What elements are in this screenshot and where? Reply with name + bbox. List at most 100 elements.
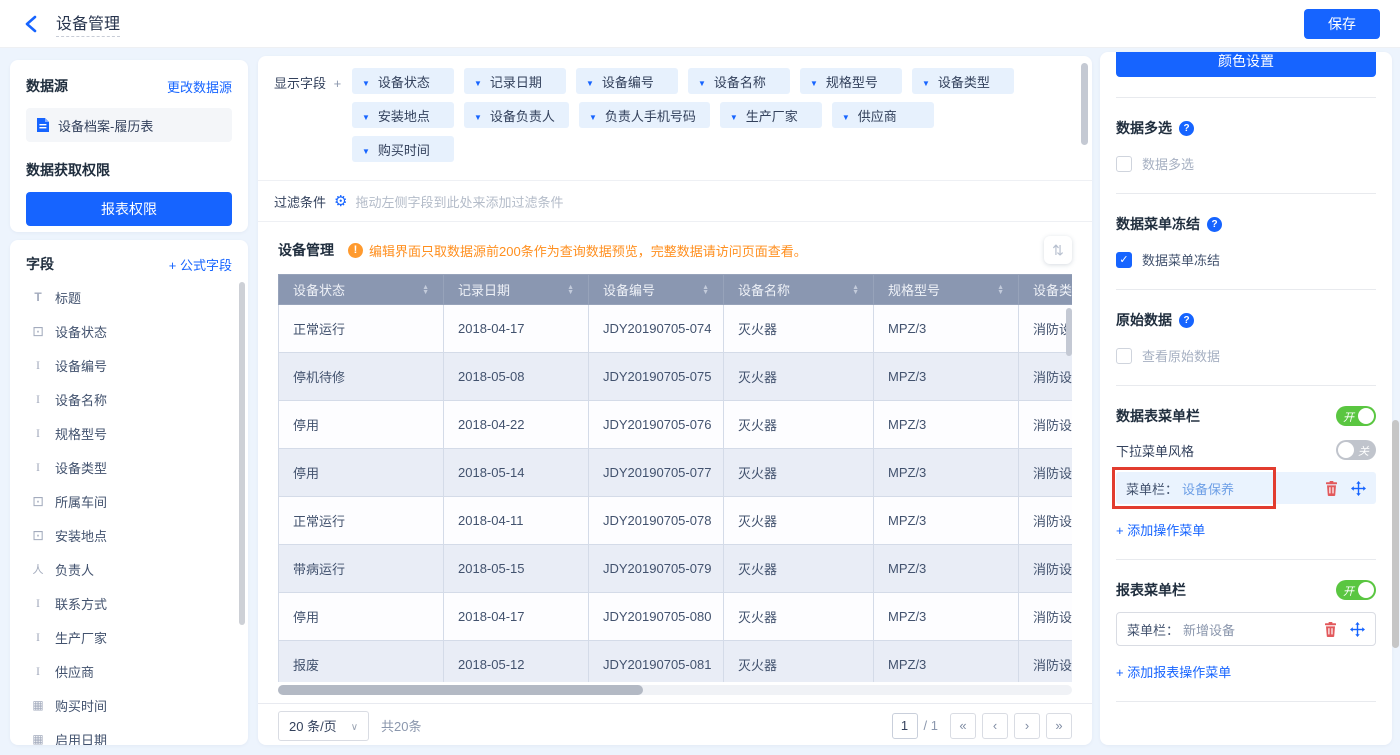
first-page-button[interactable]	[950, 712, 976, 739]
page-size-select[interactable]: 20 条/页	[278, 710, 370, 741]
report-menu-item[interactable]: 菜单栏： 新增设备	[1116, 612, 1376, 646]
field-item-enable-date[interactable]: 启用日期	[26, 722, 232, 746]
field-item-supplier[interactable]: 供应商	[26, 654, 232, 688]
table-horizontal-scrollbar[interactable]	[278, 685, 1072, 695]
chevron-down-icon[interactable]	[922, 74, 938, 89]
display-field-chip[interactable]: 安装地点	[352, 102, 454, 128]
report-permission-button[interactable]: 报表权限	[26, 192, 232, 226]
display-field-chip[interactable]: 设备名称	[688, 68, 790, 94]
delete-button[interactable]	[1323, 621, 1338, 637]
display-field-chip[interactable]: 设备编号	[576, 68, 678, 94]
chevron-down-icon[interactable]	[474, 108, 490, 123]
add-formula-field-link[interactable]: + 公式字段	[169, 255, 232, 274]
display-field-chip[interactable]: 生产厂家	[719, 102, 822, 128]
chevron-down-icon[interactable]	[362, 142, 378, 157]
field-item-device-type[interactable]: 设备类型	[26, 450, 232, 484]
table-row[interactable]: 带病运行 2018-05-15 JDY20190705-079 灭火器 MPZ/3 消防设…	[278, 544, 1072, 593]
gear-icon[interactable]	[334, 192, 347, 210]
table-menu-item[interactable]: 菜单栏： 设备保养	[1112, 467, 1376, 509]
dropdown-style-toggle[interactable]: 关	[1336, 440, 1376, 460]
help-icon[interactable]	[1179, 120, 1194, 136]
chevron-down-icon[interactable]	[698, 74, 714, 89]
raw-data-checkbox-row[interactable]: 查看原始数据	[1116, 346, 1376, 365]
chevron-down-icon[interactable]	[589, 108, 605, 123]
menu-item-value[interactable]: 设备保养	[1182, 479, 1234, 498]
display-field-chip[interactable]: 设备负责人	[464, 102, 569, 128]
chevron-down-icon[interactable]	[474, 74, 490, 89]
save-button[interactable]: 保存	[1304, 8, 1380, 39]
menu-item-value[interactable]: 新增设备	[1183, 620, 1235, 639]
field-item-purchase-time[interactable]: 购买时间	[26, 688, 232, 722]
field-item-title[interactable]: 标题	[26, 280, 232, 314]
field-item-contact[interactable]: 联系方式	[26, 586, 232, 620]
add-display-field-button[interactable]: +	[334, 76, 342, 91]
chevron-down-icon[interactable]	[810, 74, 826, 89]
page-number-input[interactable]: 1	[891, 712, 918, 739]
display-field-chip[interactable]: 购买时间	[352, 136, 454, 162]
move-handle[interactable]	[1350, 621, 1365, 637]
next-page-button[interactable]	[1014, 712, 1040, 739]
sort-arrows-icon[interactable]	[422, 285, 429, 295]
chevron-down-icon[interactable]	[362, 108, 378, 123]
field-item-install-site[interactable]: 安装地点	[26, 518, 232, 552]
field-item-device-name[interactable]: 设备名称	[26, 382, 232, 416]
move-handle[interactable]	[1351, 480, 1366, 496]
checkbox-checked[interactable]	[1116, 251, 1132, 268]
fields-scrollbar[interactable]	[239, 282, 245, 625]
table-row[interactable]: 停用2018-04-22JDY20190705-076灭火器MPZ/3消防设备	[278, 400, 1072, 449]
column-header[interactable]: 规格型号	[873, 274, 1019, 305]
sort-arrows-icon[interactable]	[852, 285, 859, 295]
datasource-item[interactable]: 设备档案-履历表	[26, 108, 232, 142]
table-row[interactable]: 正常运行 2018-04-11 JDY20190705-078 灭火器 MPZ/3 消防设…	[278, 496, 1072, 545]
chevron-down-icon[interactable]	[730, 108, 746, 123]
help-icon[interactable]	[1179, 312, 1194, 328]
sort-order-button[interactable]	[1044, 236, 1072, 264]
column-header[interactable]: 设备类型	[1018, 274, 1072, 305]
field-item-device-status[interactable]: 设备状态	[26, 314, 232, 348]
multi-select-checkbox-row[interactable]: 数据多选	[1116, 154, 1376, 173]
filter-section[interactable]: 过滤条件 拖动左侧字段到此处来添加过滤条件	[258, 181, 1092, 221]
page-scrollbar[interactable]	[1392, 420, 1399, 648]
column-header[interactable]: 记录日期	[443, 274, 589, 305]
menu-freeze-checkbox-row[interactable]: 数据菜单冻结	[1116, 250, 1376, 269]
checkbox-unchecked[interactable]	[1116, 155, 1132, 172]
table-row[interactable]: 停用2018-05-14JDY20190705-077灭火器MPZ/3消防设备	[278, 448, 1072, 497]
color-settings-button[interactable]: 颜色设置	[1116, 52, 1376, 77]
delete-button[interactable]	[1324, 480, 1339, 496]
chevron-down-icon[interactable]	[842, 108, 858, 123]
field-item-device-no[interactable]: 设备编号	[26, 348, 232, 382]
table-row[interactable]: 停机待修 2018-05-08 JDY20190705-075 灭火器 MPZ/3 消防设…	[278, 352, 1072, 401]
add-report-action-menu-link[interactable]: + 添加报表操作菜单	[1116, 662, 1231, 681]
change-datasource-link[interactable]: 更改数据源	[167, 77, 232, 96]
field-item-spec-model[interactable]: 规格型号	[26, 416, 232, 450]
table-vertical-scrollbar[interactable]	[1066, 308, 1072, 356]
page-title[interactable]: 设备管理	[56, 10, 121, 37]
table-row[interactable]: 报废2018-05-12JDY20190705-081灭火器MPZ/3消防设备	[278, 640, 1072, 682]
sort-arrows-icon[interactable]	[702, 285, 709, 295]
display-field-chip[interactable]: 负责人手机号码	[578, 102, 710, 128]
field-item-workshop[interactable]: 所属车间	[26, 484, 232, 518]
field-item-manufacturer[interactable]: 生产厂家	[26, 620, 232, 654]
display-field-chip[interactable]: 供应商	[831, 102, 934, 128]
display-field-chip[interactable]: 设备状态	[352, 68, 454, 94]
prev-page-button[interactable]	[982, 712, 1008, 739]
column-header[interactable]: 设备状态	[278, 274, 444, 305]
help-icon[interactable]	[1207, 216, 1222, 232]
scrollbar-thumb[interactable]	[278, 685, 644, 695]
field-item-owner[interactable]: 负责人	[26, 552, 232, 586]
back-button[interactable]	[20, 13, 42, 35]
sort-arrows-icon[interactable]	[997, 285, 1004, 295]
display-field-chip[interactable]: 规格型号	[800, 68, 902, 94]
checkbox-unchecked[interactable]	[1116, 347, 1132, 364]
display-field-chip[interactable]: 设备类型	[912, 68, 1014, 94]
canvas-scrollbar[interactable]	[1081, 63, 1088, 145]
chevron-down-icon[interactable]	[362, 74, 378, 89]
table-row[interactable]: 正常运行2018-04-17JDY20190705-074灭火器MPZ/3消防设…	[278, 304, 1072, 353]
column-header[interactable]: 设备编号	[588, 274, 724, 305]
last-page-button[interactable]	[1046, 712, 1072, 739]
report-menu-toggle[interactable]: 开	[1336, 580, 1376, 600]
display-field-chip[interactable]: 记录日期	[464, 68, 566, 94]
table-row[interactable]: 停用2018-04-17JDY20190705-080灭火器MPZ/3消防设备	[278, 592, 1072, 641]
column-header[interactable]: 设备名称	[723, 274, 874, 305]
add-action-menu-link[interactable]: + 添加操作菜单	[1116, 520, 1205, 539]
